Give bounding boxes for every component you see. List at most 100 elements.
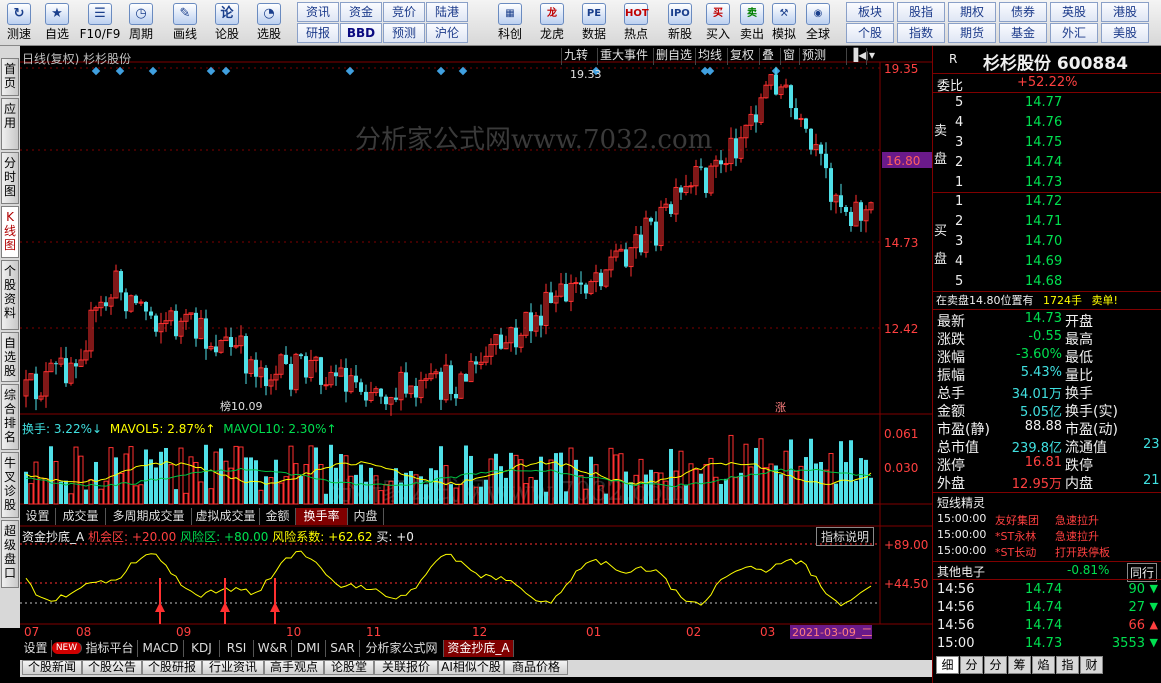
panel-tab-2[interactable]: 分 [984,656,1007,674]
panel-tab-1[interactable]: 分 [960,656,983,674]
left-tab-分时图[interactable]: 分时图 [1,152,19,204]
vol-tab-多周期成交量[interactable]: 多周期成交量 [106,508,192,525]
sell-price[interactable]: 14.77 [1025,95,1062,110]
sell-price[interactable]: 14.74 [1025,155,1062,170]
news-tab-个股新闻[interactable]: 个股新闻 [22,660,82,675]
indicator-tab-W&R[interactable]: W&R [254,640,292,657]
chart-top-button-窗[interactable]: 窗 [780,48,797,65]
vol-tab-内盘[interactable]: 内盘 [348,508,384,525]
market-button-期货[interactable]: 期货 [948,23,996,43]
vol-tab-虚拟成交量[interactable]: 虚拟成交量 [192,508,260,525]
left-tab-牛叉诊股[interactable]: 牛叉诊股 [1,452,19,518]
toolbar-icon-button-6[interactable]: 卖卖出 [736,1,768,45]
buy-price[interactable]: 14.70 [1025,234,1062,249]
toolbar-icon-button-5[interactable]: 买买入 [702,1,734,45]
toolbar-icon-button-3[interactable]: HOT 热点 [616,1,656,45]
sell-price[interactable]: 14.75 [1025,135,1062,150]
quick-button-资讯[interactable]: 资讯 [297,2,339,22]
panel-tab-4[interactable]: 焰 [1032,656,1055,674]
indicator-tab-资金抄底_A[interactable]: 资金抄底_A [444,640,514,657]
quick-button-资金[interactable]: 资金 [340,2,382,22]
market-button-板块[interactable]: 板块 [846,2,894,22]
chart-top-button-均线[interactable]: 均线 [695,48,724,65]
toolbar-button-0[interactable]: ↻ 测速 [0,1,38,45]
panel-tab-6[interactable]: 财 [1080,656,1103,674]
left-tab-自选股[interactable]: 自选股 [1,332,19,382]
panel-tab-5[interactable]: 指 [1056,656,1079,674]
indicator-tab-MACD[interactable]: MACD [138,640,184,657]
short-stock[interactable]: 友好集团 [995,512,1039,528]
indicator-tab-分析家公式网[interactable]: 分析家公式网 [360,640,444,657]
market-button-期权[interactable]: 期权 [948,2,996,22]
toolbar-button-1[interactable]: ★ 自选 [38,1,76,45]
buy-price[interactable]: 14.71 [1025,214,1062,229]
kline-chart-area[interactable]: 19.35 16.80 14.73 12.42 分析家公式网www.7032.com 分析… [20,46,932,660]
toolbar-button-6[interactable]: ◔ 选股 [250,1,288,45]
indicator-tab-指标平台[interactable]: 指标平台 [82,640,138,657]
indicator-tab-NEW[interactable]: NEW [52,642,82,654]
toolbar-icon-button-2[interactable]: PE 数据 [574,1,614,45]
chart-top-button-九转[interactable]: 九转 [561,48,590,65]
vol-tab-金额[interactable]: 金额 [260,508,296,525]
toolbar-button-3[interactable]: ◷ 周期 [122,1,160,45]
market-button-英股[interactable]: 英股 [1050,2,1098,22]
indicator-help-button[interactable]: 指标说明 [816,527,875,546]
indicator-tab-KDJ[interactable]: KDJ [184,640,220,657]
market-button-港股[interactable]: 港股 [1101,2,1149,22]
indicator-tab-DMI[interactable]: DMI [292,640,326,657]
buy-price[interactable]: 14.72 [1025,194,1062,209]
quick-button-研报[interactable]: 研报 [297,23,339,43]
quick-button-竞价[interactable]: 竞价 [383,2,425,22]
market-button-美股[interactable]: 美股 [1101,23,1149,43]
toolbar-button-5[interactable]: 论论股 [208,1,246,45]
buy-price[interactable]: 14.68 [1025,274,1062,289]
news-tab-论股堂[interactable]: 论股堂 [324,660,374,675]
indicator-tab-设置[interactable]: 设置 [20,640,52,657]
chart-menu-button[interactable]: ▾ [866,48,877,65]
left-tab-K线图[interactable]: K线图 [1,206,19,258]
news-tab-行业资讯[interactable]: 行业资讯 [202,660,264,675]
market-button-债券[interactable]: 债券 [999,2,1047,22]
chart-top-button-复权[interactable]: 复权 [727,48,756,65]
chart-top-button-删自选[interactable]: 删自选 [653,48,694,65]
toolbar-icon-button-7[interactable]: ⚒ 模拟 [768,1,800,45]
quick-button-预测[interactable]: 预测 [383,23,425,43]
news-tab-个股研报[interactable]: 个股研报 [142,660,202,675]
toolbar-icon-button-4[interactable]: IPO 新股 [660,1,700,45]
sell-price[interactable]: 14.76 [1025,115,1062,130]
left-tab-个股资料[interactable]: 个股资料 [1,260,19,330]
panel-tab-0[interactable]: 细 [936,656,959,674]
quick-button-陆港[interactable]: 陆港 [426,2,468,22]
short-stock[interactable]: *ST长动 [995,544,1036,560]
quick-button-BBD[interactable]: BBD [340,23,382,43]
news-tab-个股公告[interactable]: 个股公告 [82,660,142,675]
market-button-个股[interactable]: 个股 [846,23,894,43]
chart-top-button-预测[interactable]: 预测 [799,48,828,65]
vol-tab-换手率[interactable]: 换手率 [296,508,348,525]
news-tab-商品价格[interactable]: 商品价格 [504,660,568,675]
toolbar-icon-button-0[interactable]: ▦ 科创 [490,1,530,45]
vol-tab-成交量[interactable]: 成交量 [56,508,106,525]
news-tab-关联报价[interactable]: 关联报价 [374,660,438,675]
left-tab-应用[interactable]: 应用 [1,98,19,150]
indicator-tab-SAR[interactable]: SAR [326,640,360,657]
quick-button-沪伦[interactable]: 沪伦 [426,23,468,43]
vol-tab-设置[interactable]: 设置 [20,508,56,525]
market-button-指数[interactable]: 指数 [897,23,945,43]
toolbar-button-4[interactable]: ✎ 画线 [166,1,204,45]
panel-tab-3[interactable]: 筹 [1008,656,1031,674]
news-tab-高手观点[interactable]: 高手观点 [264,660,324,675]
sell-price[interactable]: 14.73 [1025,175,1062,190]
short-stock[interactable]: *ST永林 [995,528,1036,544]
buy-price[interactable]: 14.69 [1025,254,1062,269]
market-button-外汇[interactable]: 外汇 [1050,23,1098,43]
toolbar-icon-button-1[interactable]: 龙龙虎 [532,1,572,45]
left-tab-首页[interactable]: 首页 [1,58,19,96]
left-tab-综合排名[interactable]: 综合排名 [1,384,19,450]
market-button-基金[interactable]: 基金 [999,23,1047,43]
news-tab-AI相似个股[interactable]: AI相似个股 [438,660,504,675]
left-tab-超级盘口[interactable]: 超级盘口 [1,520,19,588]
market-button-股指[interactable]: 股指 [897,2,945,22]
chart-top-button-重大事件[interactable]: 重大事件 [597,48,650,65]
toolbar-button-2[interactable]: ☰ F10/F9 [78,1,122,45]
